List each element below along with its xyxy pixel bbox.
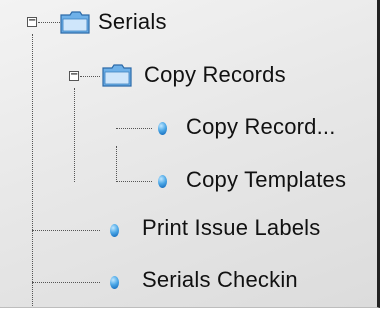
tree-line (32, 282, 100, 283)
navigation-tree: − Serials − Copy Records Copy Record... … (0, 0, 380, 308)
tree-line (32, 230, 100, 231)
leaf-bullet-icon (110, 276, 119, 289)
tree-item-label: Print Issue Labels (142, 215, 321, 240)
tree-line (74, 88, 75, 182)
folder-icon (60, 11, 90, 34)
folder-icon (102, 64, 132, 87)
tree-item-label: Serials Checkin (142, 267, 298, 292)
tree-line (80, 76, 100, 77)
leaf-bullet-icon (158, 175, 167, 188)
tree-line (116, 181, 152, 182)
tree-line (116, 146, 117, 182)
tree-node-label: Serials (98, 9, 167, 34)
tree-item-label: Copy Templates (186, 167, 347, 192)
collapse-toggle[interactable]: − (27, 16, 37, 27)
collapse-toggle[interactable]: − (69, 70, 79, 81)
leaf-bullet-icon (158, 122, 167, 135)
tree-item-label: Copy Record... (186, 114, 336, 139)
tree-node-label: Copy Records (144, 62, 286, 87)
leaf-bullet-icon (110, 224, 119, 237)
tree-line (32, 34, 33, 307)
tree-line (116, 128, 152, 129)
tree-line (38, 22, 60, 23)
